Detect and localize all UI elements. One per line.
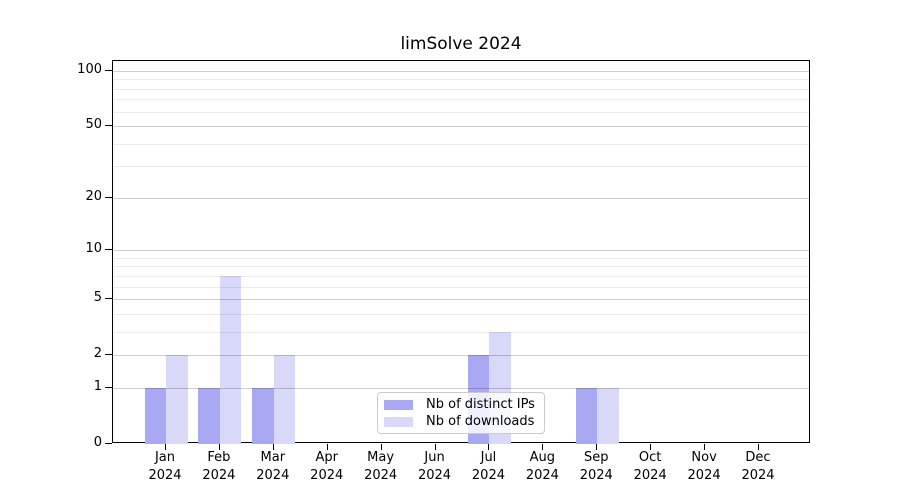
gridlines-layer — [113, 61, 809, 442]
major-gridline — [113, 250, 809, 251]
x-tick-month: Dec — [726, 449, 790, 467]
y-tick-label: 10 — [38, 241, 102, 256]
plot-area — [112, 60, 810, 443]
y-tick-mark — [105, 70, 112, 71]
y-tick-mark — [105, 354, 112, 355]
y-tick-label: 50 — [38, 117, 102, 132]
major-gridline — [113, 198, 809, 199]
y-tick-mark — [105, 197, 112, 198]
minor-gridline — [113, 166, 809, 167]
x-tick-year: 2024 — [726, 467, 790, 485]
major-gridline — [113, 355, 809, 356]
y-tick-label: 20 — [38, 189, 102, 204]
major-gridline — [113, 126, 809, 127]
legend-item-downloads: Nb of downloads — [384, 414, 538, 429]
y-tick-label: 0 — [38, 435, 102, 450]
major-gridline — [113, 388, 809, 389]
legend-item-distinct-ips: Nb of distinct IPs — [384, 397, 538, 412]
y-tick-mark — [105, 443, 112, 444]
legend-swatch-distinct-ips — [384, 400, 413, 410]
major-gridline — [113, 71, 809, 72]
minor-gridline — [113, 276, 809, 277]
y-tick-mark — [105, 298, 112, 299]
minor-gridline — [113, 314, 809, 315]
x-tick-label: Dec2024 — [726, 449, 790, 485]
download-stats-chart: limSolve 2024 0125102050100Jan2024Feb202… — [0, 0, 900, 500]
y-tick-mark — [105, 387, 112, 388]
minor-gridline — [113, 332, 809, 333]
y-tick-label: 1 — [38, 379, 102, 394]
y-tick-label: 5 — [38, 290, 102, 305]
y-tick-mark — [105, 125, 112, 126]
legend-label-distinct-ips: Nb of distinct IPs — [426, 397, 535, 412]
minor-gridline — [113, 79, 809, 80]
chart-title: limSolve 2024 — [112, 34, 810, 54]
y-tick-label: 100 — [38, 62, 102, 77]
minor-gridline — [113, 99, 809, 100]
minor-gridline — [113, 112, 809, 113]
y-tick-label: 2 — [38, 346, 102, 361]
legend-swatch-downloads — [384, 417, 413, 427]
legend-label-downloads: Nb of downloads — [426, 414, 534, 429]
major-gridline — [113, 299, 809, 300]
minor-gridline — [113, 89, 809, 90]
minor-gridline — [113, 266, 809, 267]
minor-gridline — [113, 258, 809, 259]
legend: Nb of distinct IPs Nb of downloads — [377, 392, 545, 434]
minor-gridline — [113, 287, 809, 288]
minor-gridline — [113, 144, 809, 145]
y-tick-mark — [105, 249, 112, 250]
